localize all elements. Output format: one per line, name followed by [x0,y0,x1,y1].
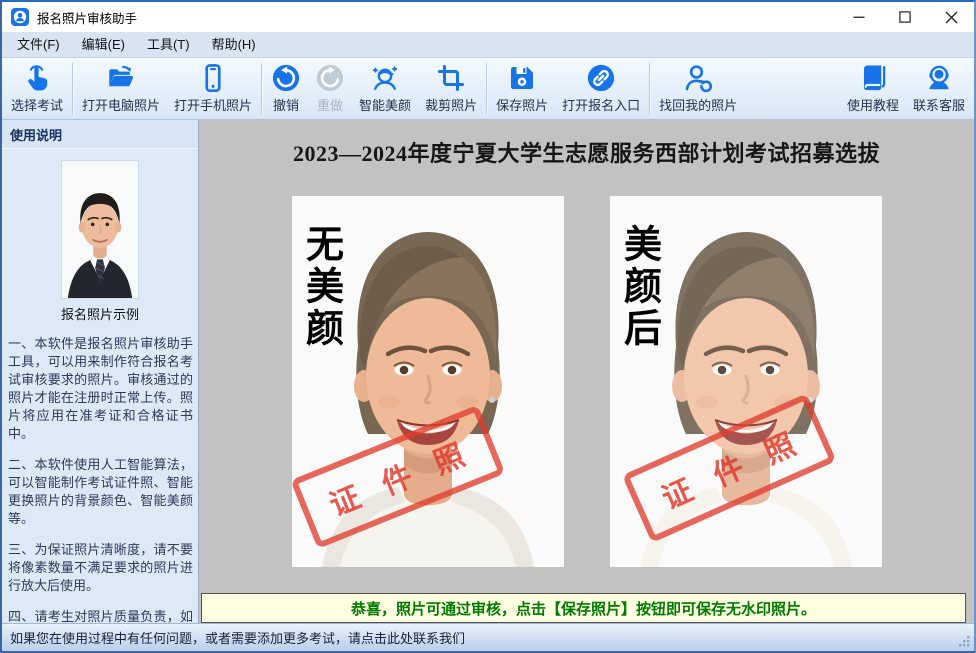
find-my-photo-button[interactable]: 找回我的照片 [652,58,744,119]
toolbar-spacer [744,58,840,119]
smart-beauty-button[interactable]: 智能美颜 [352,58,418,119]
titlebar: 报名照片审核助手 [2,2,974,32]
save-floppy-icon [507,62,537,93]
open-computer-photo-button[interactable]: 打开电脑照片 [75,58,167,119]
review-result-banner: 恭喜，照片可通过审核，点击【保存照片】按钮即可保存无水印照片。 [201,593,966,623]
toolbar-separator [261,63,262,114]
toolbar-label: 找回我的照片 [659,95,737,114]
toolbar-label: 撤销 [273,95,299,114]
toolbar-label: 使用教程 [847,95,899,114]
open-phone-photo-button[interactable]: 打开手机照片 [167,58,259,119]
toolbar-separator [72,63,73,114]
tap-hand-icon [22,62,52,93]
instruction-paragraph-4: 四、请考生对照片质量负责，如因照片质量影响考试、成绩或证书的，由考生本人负责。 [8,608,193,623]
toolbar-label: 保存照片 [496,95,548,114]
toolbar-separator [649,63,650,114]
contact-support-button[interactable]: 联系客服 [906,58,972,119]
exam-title: 2023—2024年度宁夏大学生志愿服务西部计划考试招募选拔 [199,138,974,170]
close-button[interactable] [928,2,974,32]
beauty-face-icon [370,62,400,93]
menu-file[interactable]: 文件(F) [6,32,71,57]
crop-photo-button[interactable]: 裁剪照片 [418,58,484,119]
toolbar-label: 打开手机照片 [174,95,252,114]
instructions-text: 一、本软件是报名照片审核助手工具，可以用来制作符合报名考试审核要求的照片。审核通… [2,329,198,623]
tutorial-button[interactable]: 使用教程 [840,58,906,119]
toolbar-label: 打开电脑照片 [82,95,160,114]
sidebar-instructions: 使用说明 报名照片示例 一、本软件是报名照片审核助手工具，可以用来制作符合报名考… [2,120,199,623]
maximize-button[interactable] [882,2,928,32]
menu-tools[interactable]: 工具(T) [136,32,201,57]
book-icon [858,62,888,93]
undo-button[interactable]: 撤销 [264,58,308,119]
open-registration-portal-button[interactable]: 打开报名入口 [555,58,647,119]
maximize-icon [899,11,911,23]
save-photo-button[interactable]: 保存照片 [489,58,555,119]
smartphone-icon [198,62,228,93]
instruction-paragraph-3: 三、为保证照片清晰度，请不要将像素数量不满足要求的照片进行放大后使用。 [8,541,193,595]
sample-photo [61,160,139,299]
photo-comparison: 无美颜 证件照 美颜后 证件照 [199,196,974,567]
toolbar-label: 重做 [317,95,343,114]
contact-us-link[interactable]: 如果您在使用过程中有任何问题，或者需要添加更多考试，请点击此处联系我们 [10,628,465,647]
resize-grip-icon[interactable] [958,635,971,648]
link-icon [586,62,616,93]
menubar: 文件(F) 编辑(E) 工具(T) 帮助(H) [2,32,974,58]
toolbar-label: 智能美颜 [359,95,411,114]
sidebar-header: 使用说明 [2,120,198,149]
close-icon [945,11,958,24]
toolbar: 选择考试 打开电脑照片 打开手机照片 [2,58,974,120]
redo-icon [315,62,345,93]
crop-icon [436,62,466,93]
select-exam-button[interactable]: 选择考试 [4,58,70,119]
redo-button[interactable]: 重做 [308,58,352,119]
review-result-text: 恭喜，照片可通过审核，点击【保存照片】按钮即可保存无水印照片。 [351,598,816,619]
app-window: 报名照片审核助手 文件(F) 编辑(E) 工具(T) 帮助(H) 选择考 [0,0,976,653]
toolbar-label: 联系客服 [913,95,965,114]
photo-label-after: 美颜后 [620,224,658,350]
window-title: 报名照片审核助手 [37,8,836,27]
toolbar-label: 打开报名入口 [562,95,640,114]
minimize-icon [853,11,865,23]
app-logo-icon [11,8,29,26]
toolbar-separator [486,63,487,114]
person-refresh-icon [683,62,713,93]
status-bar: 如果您在使用过程中有任何问题，或者需要添加更多考试，请点击此处联系我们 [2,623,974,651]
photo-label-before: 无美颜 [302,224,340,350]
sample-photo-caption: 报名照片示例 [2,304,198,323]
minimize-button[interactable] [836,2,882,32]
open-folder-icon [106,62,136,93]
photo-after-beauty: 美颜后 证件照 [610,196,882,567]
toolbar-label: 裁剪照片 [425,95,477,114]
menu-help[interactable]: 帮助(H) [201,32,267,57]
instruction-paragraph-2: 二、本软件使用人工智能算法，可以智能制作考试证件照、智能更换照片的背景颜色、智能… [8,456,193,528]
photo-before-beauty: 无美颜 证件照 [292,196,564,567]
preview-area: 2023—2024年度宁夏大学生志愿服务西部计划考试招募选拔 无美颜 证件照 美… [199,120,974,623]
menu-edit[interactable]: 编辑(E) [71,32,136,57]
instruction-paragraph-1: 一、本软件是报名照片审核助手工具，可以用来制作符合报名考试审核要求的照片。审核通… [8,335,193,443]
headset-person-icon [924,62,954,93]
toolbar-label: 选择考试 [11,95,63,114]
undo-icon [271,62,301,93]
